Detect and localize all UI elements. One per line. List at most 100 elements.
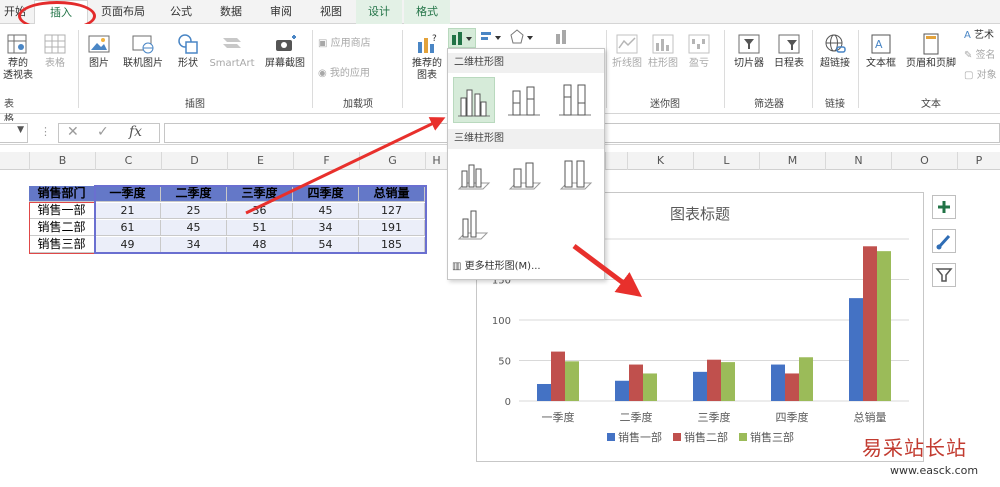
column-header[interactable]: C [95, 152, 161, 170]
3d-clustered-column-option[interactable] [453, 153, 495, 199]
app-store-button[interactable]: ▣ 应用商店 [318, 36, 371, 52]
ribbon-separator [812, 30, 813, 108]
tab-data[interactable]: 数据 [208, 0, 254, 24]
stacked-column-option[interactable] [504, 77, 546, 123]
chart-elements-button[interactable] [932, 195, 956, 219]
column-header[interactable]: E [227, 152, 293, 170]
tab-view[interactable]: 视图 [308, 0, 354, 24]
clustered-column-option[interactable] [453, 77, 495, 123]
stacked-column-icon [508, 86, 540, 116]
column-sparkline-button[interactable]: 柱形图 [646, 32, 680, 70]
tab-format[interactable]: 格式 [404, 0, 450, 24]
column-header[interactable]: K [627, 152, 693, 170]
winloss-sparkline-button[interactable]: 盈亏 [682, 32, 716, 70]
chart-filters-button[interactable] [932, 263, 956, 287]
radar-chart-button[interactable] [508, 28, 536, 48]
object-button[interactable]: ▢ 对象 [964, 68, 997, 84]
filter-icon [935, 268, 953, 282]
hyperlink-button[interactable]: 超链接 [816, 32, 854, 70]
name-box[interactable]: ▼ [0, 123, 28, 143]
3d-stacked-column-option[interactable] [504, 153, 546, 199]
column-header[interactable]: H [425, 152, 447, 170]
name-box-dropdown-icon[interactable]: ▼ [17, 125, 24, 135]
store-icon: ▣ [318, 38, 331, 49]
column-header[interactable]: F [293, 152, 359, 170]
recommended-pivot-button[interactable]: 荐的 透视表 [0, 32, 36, 82]
slicer-button[interactable]: 切片器 [730, 32, 768, 70]
x-tick-label: 二季度 [620, 410, 653, 424]
bar [785, 373, 799, 401]
online-picture-button[interactable]: 联机图片 [118, 32, 168, 70]
bar [771, 364, 785, 401]
smartart-icon [223, 38, 241, 48]
shapes-button[interactable]: 形状 [172, 32, 204, 70]
ribbon-separator [402, 30, 403, 108]
series-name-range-highlight [29, 202, 96, 254]
timeline-button[interactable]: 日程表 [770, 32, 808, 70]
signature-icon: ✎ [964, 50, 976, 61]
column-header[interactable]: M [759, 152, 825, 170]
table-label: 表格 [45, 58, 65, 69]
table-button[interactable]: 表格 [38, 32, 72, 70]
picture-button[interactable]: 图片 [84, 32, 114, 70]
column-header[interactable]: N [825, 152, 891, 170]
group-links-label: 链接 [825, 99, 845, 110]
group-illustrations-label: 插图 [185, 99, 205, 110]
x-tick-label: 总销量 [854, 410, 887, 424]
column-header[interactable]: L [693, 152, 759, 170]
pivot-table-icon [7, 34, 27, 54]
recommended-charts-button[interactable]: ? 推荐的 图表 [408, 32, 446, 82]
bar-chart-button[interactable] [478, 28, 506, 48]
smartart-button[interactable]: SmartArt [206, 32, 258, 70]
pivot-label-1: 荐的 [8, 58, 28, 69]
ribbon-tab-bar: 开始 插入 页面布局 公式 数据 审阅 视图 设计 格式 [0, 0, 1000, 25]
more-column-charts-item[interactable]: ▥ 更多柱形图(M)... [452, 257, 541, 272]
percent-stacked-column-option[interactable] [555, 77, 597, 123]
x-tick-label: 一季度 [542, 410, 575, 424]
enter-icon[interactable]: ✓ [97, 124, 109, 140]
tab-page-layout[interactable]: 页面布局 [92, 0, 154, 24]
tab-review[interactable]: 审阅 [258, 0, 304, 24]
pivot-label-2: 透视表 [3, 70, 33, 81]
column-header[interactable]: B [29, 152, 95, 170]
bar-chart-icon [481, 32, 501, 40]
section-2d-column: 二维柱形图 [448, 53, 604, 73]
column-chart-button[interactable] [448, 28, 476, 48]
column-header[interactable]: P [957, 152, 1000, 170]
bar [551, 351, 565, 401]
bar [721, 362, 735, 401]
legend-swatch [673, 433, 681, 441]
online-picture-icon [132, 35, 154, 54]
textbox-button[interactable]: A 文本框 [862, 32, 900, 70]
select-all-corner[interactable] [0, 152, 29, 170]
stock-chart-button[interactable] [552, 28, 580, 48]
tab-formulas[interactable]: 公式 [158, 0, 204, 24]
bar [693, 371, 707, 401]
bar [863, 246, 877, 401]
insert-function-icon[interactable]: fx [129, 124, 142, 140]
column-header[interactable]: G [359, 152, 425, 170]
camera-icon [276, 35, 296, 51]
stock-chart-icon [556, 30, 566, 44]
x-tick-label: 三季度 [698, 410, 731, 424]
3d-column-option[interactable] [453, 201, 495, 247]
recommended-charts-label-1: 推荐的 [412, 58, 442, 69]
chart-styles-button[interactable] [932, 229, 956, 253]
column-header[interactable]: D [161, 152, 227, 170]
apps-icon: ◉ [318, 68, 330, 79]
formula-buttons: ✕ ✓ fx [58, 123, 160, 143]
wordart-button[interactable]: A 艺术 [964, 28, 994, 44]
my-apps-button[interactable]: ◉ 我的应用 [318, 66, 370, 82]
tab-design[interactable]: 设计 [356, 0, 402, 24]
cancel-icon[interactable]: ✕ [67, 124, 79, 140]
header-footer-button[interactable]: 页眉和页脚 [902, 32, 960, 70]
3d-percent-stacked-column-option[interactable] [555, 153, 597, 199]
bar [707, 359, 721, 401]
table-header-cell[interactable]: 销售部门 [29, 186, 95, 202]
svg-text:?: ? [432, 34, 437, 44]
column-header[interactable] [605, 152, 627, 170]
signature-button[interactable]: ✎ 签名 [964, 48, 996, 64]
line-sparkline-button[interactable]: 折线图 [610, 32, 644, 70]
screenshot-button[interactable]: 屏幕截图 [260, 32, 310, 70]
column-header[interactable]: O [891, 152, 957, 170]
